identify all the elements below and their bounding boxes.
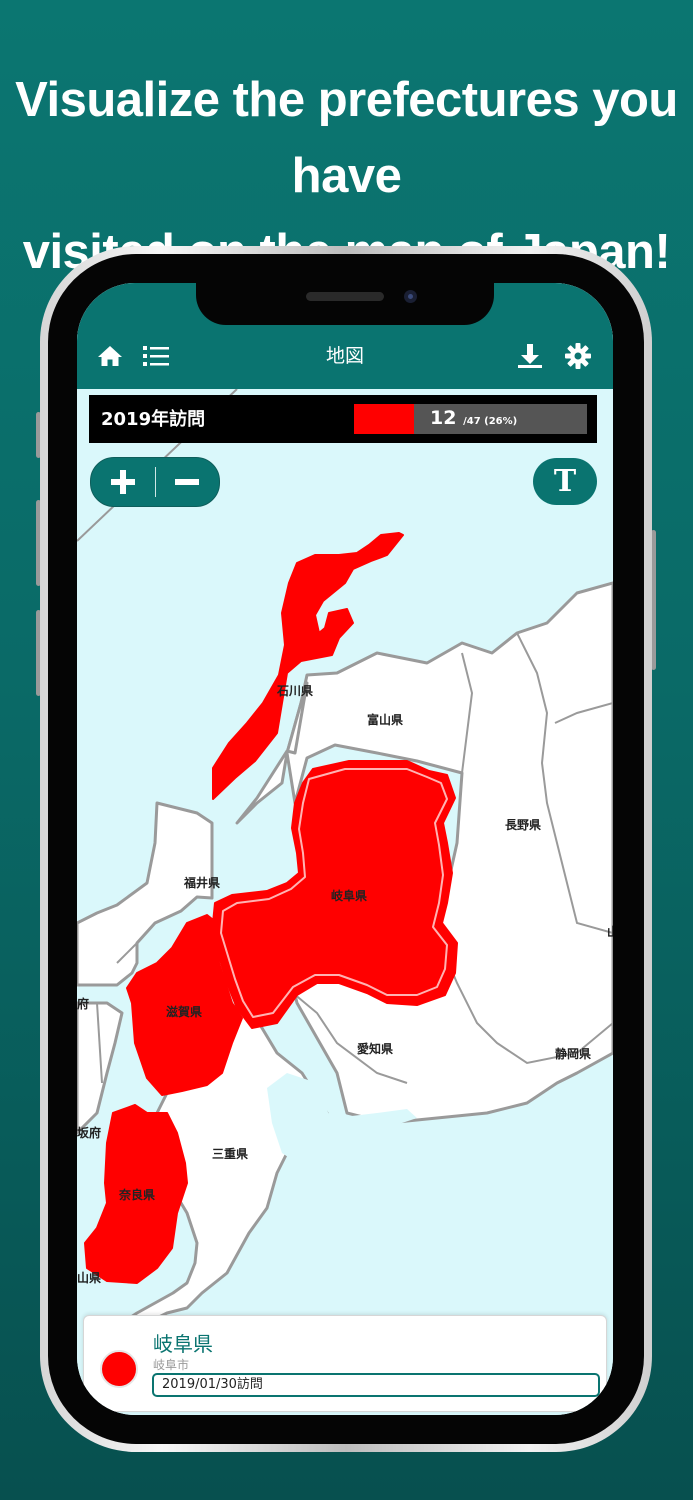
map-label-mie: 三重県 [212,1146,248,1161]
visited-status-dot [100,1350,138,1388]
zoom-out-button[interactable] [157,458,217,506]
card-capital-city: 岐阜市 [153,1358,190,1372]
year-visit-label: 2019年訪問 [101,409,206,430]
gear-icon[interactable] [563,341,593,371]
map-label-yamanashi-partial: 山 [607,924,613,939]
zoom-divider [155,467,156,497]
card-prefecture-name: 岐阜県 [153,1332,213,1356]
map-label-gifu: 岐阜県 [331,888,367,903]
map-label-aichi: 愛知県 [357,1041,393,1056]
minus-icon [175,479,199,485]
map-label-shiga: 滋賀県 [166,1004,202,1019]
visited-number: 12 [430,407,457,429]
zoom-in-button[interactable] [93,458,153,506]
phone-speaker [306,292,384,301]
phone-notch [196,283,494,325]
app-screen: 石川県 富山県 長野県 福井県 岐阜県 滋賀県 愛知県 静岡県 三重県 奈良県 … [77,283,613,1415]
visit-total: /47 (26%) [463,416,518,427]
map-label-osaka-partial: 坂府 [77,1125,101,1140]
download-icon[interactable] [515,341,545,371]
plus-icon [111,470,135,494]
map-label-ishikawa: 石川県 [276,684,313,698]
headline-line-1: Visualize the prefectures you have [15,73,678,203]
map-label-wakayama-partial: 山県 [77,1270,101,1285]
phone-camera [404,290,417,303]
map-label-nara: 奈良県 [118,1187,155,1202]
map-label-fukui: 福井県 [183,875,220,890]
japan-map[interactable]: 石川県 富山県 長野県 福井県 岐阜県 滋賀県 愛知県 静岡県 三重県 奈良県 … [77,283,613,1415]
map-label-fu-partial: 府 [77,996,89,1011]
map-label-shizuoka: 静岡県 [555,1046,591,1061]
map-label-nagano: 長野県 [505,817,541,832]
visit-status-bar: 2019年訪問 12 /47 (26%) [89,395,597,443]
map-label-toyama: 富山県 [367,712,403,727]
visit-count: 12 /47 (26%) [430,407,517,429]
text-toggle-button[interactable]: T [533,458,597,505]
card-visit-date[interactable]: 2019/01/30訪問 [152,1373,600,1397]
visit-progress-bar: 12 /47 (26%) [354,404,587,434]
zoom-control [90,457,220,507]
prefecture-info-card[interactable]: 岐阜県 岐阜市 2019/01/30訪問 [83,1315,607,1412]
visit-progress-fill [354,404,414,434]
